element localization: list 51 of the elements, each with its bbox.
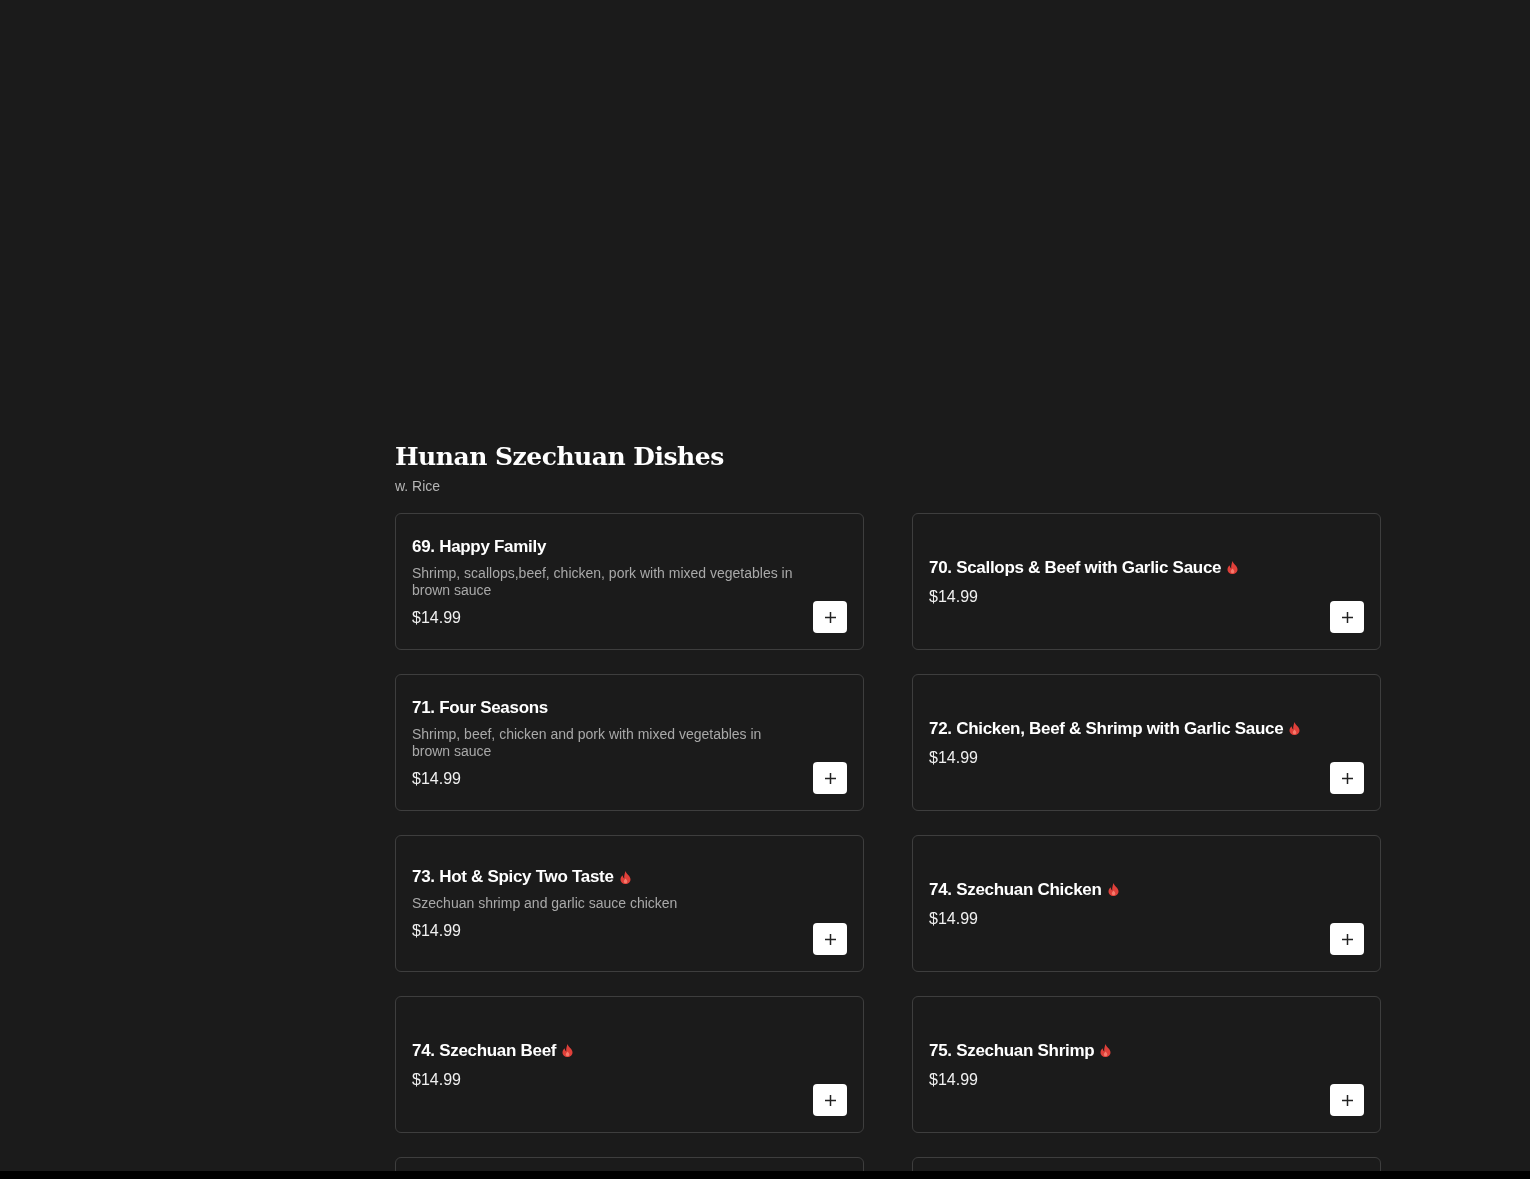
add-button[interactable]: [1330, 762, 1364, 794]
menu-item-card[interactable]: 74. Szechuan Beef $14.99: [395, 996, 864, 1133]
item-description: Shrimp, beef, chicken and pork with mixed vegetables in brown sauce: [412, 725, 763, 760]
item-price: $14.99: [412, 608, 462, 627]
item-price: $14.99: [929, 909, 979, 928]
flame-icon: [1227, 561, 1239, 574]
item-price: $14.99: [929, 587, 979, 606]
item-name: 75. Szechuan Shrimp: [929, 1040, 1095, 1061]
item-price: $14.99: [412, 1070, 462, 1089]
add-button[interactable]: [813, 601, 847, 633]
plus-icon: [824, 933, 836, 945]
section-subtitle: w. Rice: [395, 478, 442, 494]
item-name: 74. Szechuan Chicken: [929, 879, 1102, 900]
item-name: 71. Four Seasons: [412, 697, 548, 718]
menu-item-card[interactable]: 74. Szechuan Chicken $14.99: [912, 835, 1381, 972]
add-button[interactable]: [1330, 601, 1364, 633]
flame-icon: [1100, 1044, 1112, 1057]
add-button[interactable]: [813, 762, 847, 794]
plus-icon: [1341, 611, 1353, 623]
item-description: Shrimp, scallops,beef, chicken, pork with mixed vegetables in brown sauce: [412, 564, 794, 599]
item-price: $14.99: [929, 1070, 979, 1089]
add-button[interactable]: [813, 923, 847, 955]
plus-icon: [824, 772, 836, 784]
item-name: 70. Scallops & Beef with Garlic Sauce: [929, 557, 1222, 578]
plus-icon: [1341, 933, 1353, 945]
item-price: $14.99: [929, 748, 979, 767]
flame-icon: [1107, 883, 1119, 896]
menu-item-card[interactable]: 75. Szechuan Shrimp $14.99: [912, 996, 1381, 1133]
menu-item-card[interactable]: 72. Chicken, Beef & Shrimp with Garlic Sauce $14.99: [912, 674, 1381, 811]
flame-icon: [1289, 722, 1301, 735]
section-title: Hunan Szechuan Dishes: [395, 441, 725, 473]
menu-item-card[interactable]: 70. Scallops & Beef with Garlic Sauce $14.99: [912, 513, 1381, 650]
plus-icon: [1341, 1094, 1353, 1106]
add-button[interactable]: [1330, 923, 1364, 955]
item-price: $14.99: [412, 769, 462, 788]
item-name: 73. Hot & Spicy Two Taste: [412, 867, 614, 887]
item-name: 72. Chicken, Beef & Shrimp with Garlic Sauce: [929, 718, 1284, 739]
menu-item-card[interactable]: 73. Hot & Spicy Two Taste Szechuan shrimp and garlic sauce chicken $14.99: [395, 835, 864, 972]
item-description: Szechuan shrimp and garlic sauce chicken: [412, 895, 679, 912]
item-name: 69. Happy Family: [412, 536, 547, 557]
flame-icon: [562, 1044, 574, 1057]
menu-item-card[interactable]: 71. Four Seasons Shrimp, beef, chicken and pork with mixed vegetables in brown sauce $14.99: [395, 674, 864, 811]
plus-icon: [824, 611, 836, 623]
add-button[interactable]: [1330, 1084, 1364, 1116]
item-name: 74. Szechuan Beef: [412, 1040, 557, 1061]
menu-item-card[interactable]: 69. Happy Family Shrimp, scallops,beef, chicken, pork with mixed vegetables in brown sauce $14.99: [395, 513, 864, 650]
plus-icon: [1341, 772, 1353, 784]
flame-icon: [619, 870, 631, 884]
add-button[interactable]: [813, 1084, 847, 1116]
item-price: $14.99: [412, 922, 462, 940]
plus-icon: [824, 1094, 836, 1106]
